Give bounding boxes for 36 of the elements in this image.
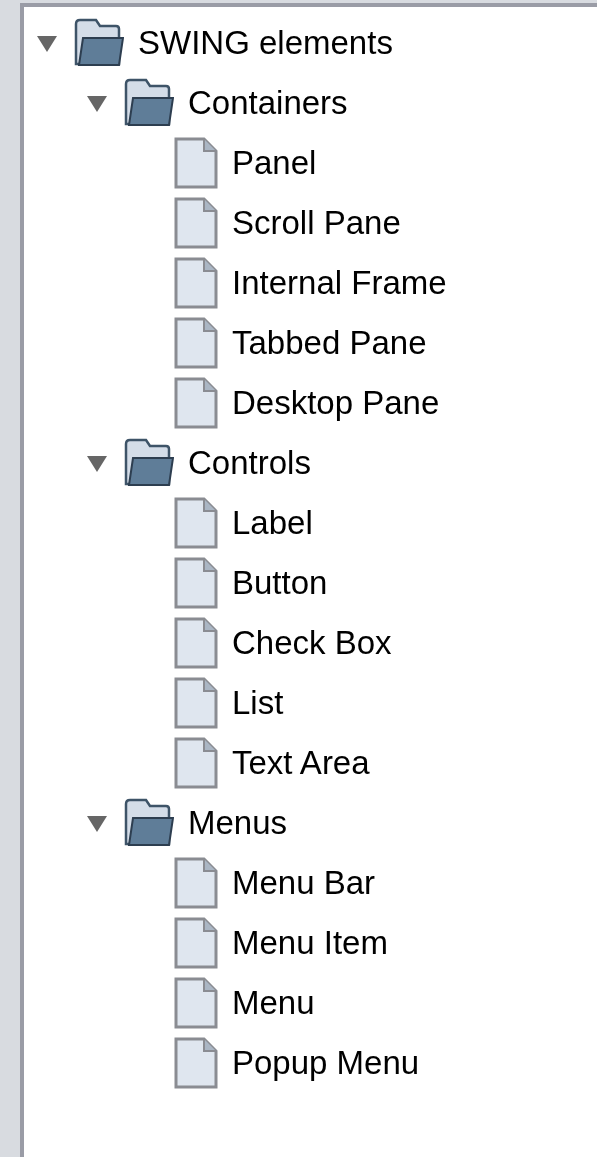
item-label[interactable]: Tabbed Pane: [232, 324, 427, 362]
document-icon: [174, 917, 218, 969]
item-label[interactable]: Desktop Pane: [232, 384, 440, 422]
item-label[interactable]: Button: [232, 564, 328, 602]
document-icon: [174, 257, 218, 309]
document-icon: [174, 557, 218, 609]
folder-icon: [124, 438, 174, 488]
folder-icon: [124, 798, 174, 848]
document-icon: [174, 677, 218, 729]
document-icon: [174, 617, 218, 669]
folder-icon: [74, 18, 124, 68]
document-icon: [174, 737, 218, 789]
item-label[interactable]: List: [232, 684, 284, 722]
folder-label[interactable]: Menus: [188, 804, 288, 842]
document-icon: [174, 497, 218, 549]
document-icon: [174, 317, 218, 369]
folder-icon: [124, 78, 174, 128]
document-icon: [174, 1037, 218, 1089]
item-label[interactable]: Panel: [232, 144, 317, 182]
item-label[interactable]: Text Area: [232, 744, 370, 782]
folder-label[interactable]: Controls: [188, 444, 311, 482]
item-label[interactable]: Internal Frame: [232, 264, 447, 302]
document-icon: [174, 197, 218, 249]
item-label[interactable]: Menu Bar: [232, 864, 376, 902]
item-label[interactable]: Scroll Pane: [232, 204, 401, 242]
folder-label[interactable]: Containers: [188, 84, 348, 122]
item-label[interactable]: Label: [232, 504, 313, 542]
document-icon: [174, 857, 218, 909]
item-label[interactable]: Menu: [232, 984, 315, 1022]
folder-label[interactable]: SWING elements: [138, 24, 393, 62]
item-label[interactable]: Popup Menu: [232, 1044, 420, 1082]
item-label[interactable]: Menu Item: [232, 924, 388, 962]
document-icon: [174, 377, 218, 429]
item-label[interactable]: Check Box: [232, 624, 392, 662]
document-icon: [174, 137, 218, 189]
document-icon: [174, 977, 218, 1029]
